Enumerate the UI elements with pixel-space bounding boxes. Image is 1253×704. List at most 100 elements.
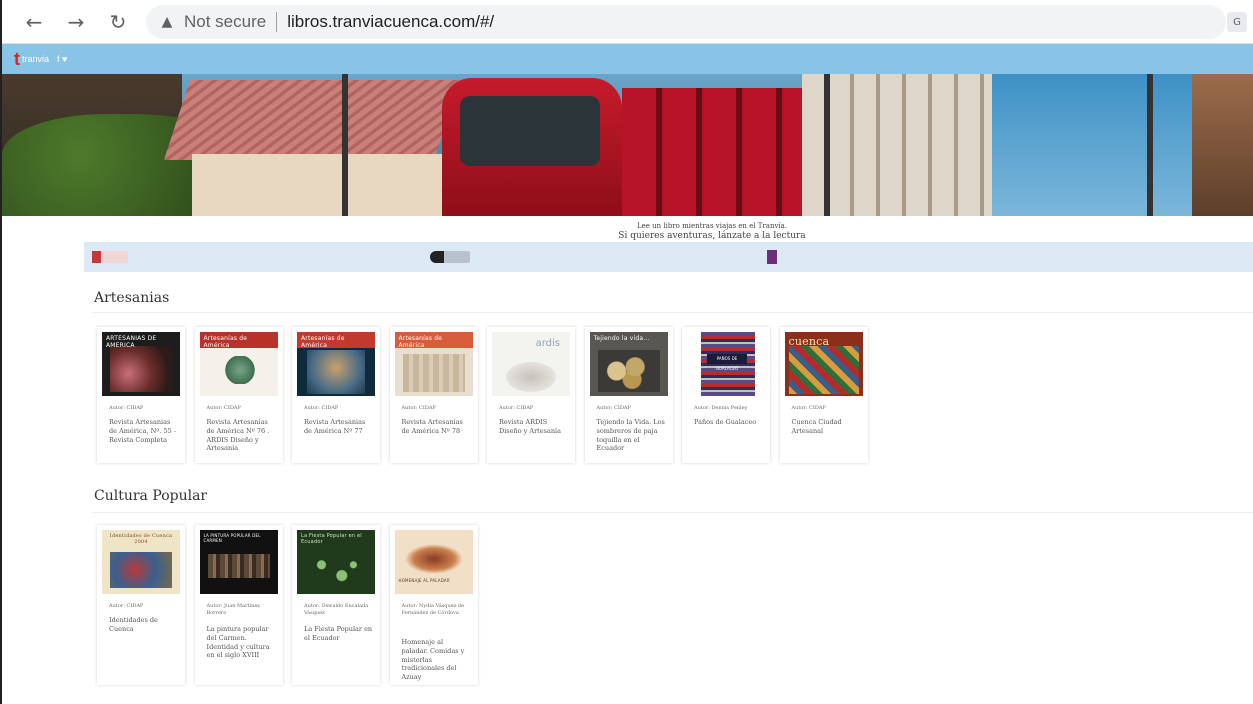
book-author: Autor: Nydia Vásquez de Fernández de Cór… [401,603,465,616]
tagline-line2: Si quieres aventuras, lánzate a la lectu… [618,231,806,241]
book-card[interactable]: HOMENAJE AL PALADAR Autor: Nydia Vásquez… [389,525,478,685]
book-title[interactable]: Identidades de Cuenca [109,616,179,634]
book-author: Autor: Dennis Penley [694,405,748,411]
book-grid: ARTESANIAS DE AMERICA Autor: CIDAP Revis… [97,327,877,463]
hero-right-building [1192,74,1253,216]
address-separator [276,11,278,32]
book-title[interactable]: Tejiendo la Vida. Los sombreros de paja … [597,418,667,453]
book-author: Autor: CIDAP [109,405,144,411]
book-cover[interactable]: ARTESANIAS DE AMERICA [102,332,180,396]
book-card[interactable]: Tejiendo la vida... Autor: CIDAP Tejiend… [584,327,673,463]
cover-title: La Fiesta Popular en el Ecuador [301,533,362,545]
hero-pole [1147,74,1153,216]
section-cultura-popular: Cultura Popular Identidades de Cuenca 20… [92,488,1253,685]
book-title[interactable]: Cuenca Ciudad Artesanal [792,418,862,436]
book-author: Autor: CIDAP [109,603,144,609]
forward-arrow-icon[interactable]: → [62,8,90,36]
sponsor-logo-biblioteca[interactable] [430,251,470,263]
url-text[interactable]: libros.tranviacuenca.com/#/ [287,12,494,32]
sponsor-logo-ucuenca[interactable] [767,250,777,264]
cover-title: cuenca [788,335,830,348]
book-author: Autor: CIDAP [596,405,631,411]
hero-roof [164,80,460,160]
cover-title: PAÑOS DE GUALACEO [707,354,747,371]
hero-house [192,154,442,216]
cover-title: Artesanías de América [203,335,248,349]
book-cover[interactable]: Artesanías de América [394,332,473,396]
social-links[interactable]: f ♥ [57,54,67,64]
book-card[interactable]: LA PINTURA POPULAR DEL CARMEN Autor: Jua… [194,525,283,685]
book-title[interactable]: Revista Artesanias de América Nº 78 [402,418,472,436]
book-cover[interactable]: Tejiendo la vida... [589,332,668,396]
address-bar[interactable]: ▲ Not secure libros.tranviacuenca.com/#/ [146,4,1226,39]
book-card[interactable]: Artesanías de América Autor: CIDAP Revis… [194,327,283,463]
book-title[interactable]: Revista Artesanias de América Nº 76 . AR… [207,418,277,453]
book-cover[interactable]: ardis [492,332,570,396]
book-author: Autor: Juan Martínez Borrero [206,603,260,616]
hero-buildings [802,74,992,216]
hero-banner-image [2,74,1253,216]
hero-pole [342,74,348,216]
book-cover[interactable]: La Fiesta Popular en el Ecuador [297,530,375,594]
book-cover[interactable]: Identidades de Cuenca 2004 [102,530,180,594]
book-title[interactable]: Revista ARDIS Diseño y Artesanía [499,418,569,436]
cover-title: HOMENAJE AL PALADAR [398,578,450,583]
book-title[interactable]: La Fiesta Popular en el Ecuador [304,625,374,643]
hero-pole [824,74,830,216]
book-card[interactable]: ARTESANIAS DE AMERICA Autor: CIDAP Revis… [97,327,185,463]
section-divider [92,512,1253,513]
book-title[interactable]: Revista Artesanias de América, Nº. 55 - … [109,418,179,444]
cover-title: Artesanías de América [398,335,443,349]
book-cover[interactable]: Artesanías de América [199,332,278,396]
tagline: Lee un libro mientras viajas en el Tranv… [552,216,872,241]
book-card[interactable]: cuenca Autor: CIDAP Cuenca Ciudad Artesa… [779,327,868,463]
book-title[interactable]: Paños de Gualaceo [694,418,764,427]
cover-title: Artesanías de América [301,335,345,349]
book-card[interactable]: Artesanías de América Autor: CIDAP Revis… [389,327,478,463]
cover-title: ardis [535,338,560,349]
book-card[interactable]: Artesanías de América Autor: CIDAP Revis… [292,327,380,463]
sponsor-strip [84,242,1253,272]
book-author: Autor: CIDAP [791,405,826,411]
sponsor-logo-cuenca[interactable] [92,251,128,263]
warning-icon[interactable]: ▲ [158,14,176,30]
cover-title: Tejiendo la vida... [593,335,650,342]
hero-tram-body [622,88,802,216]
book-card[interactable]: ardis Autor: CIDAP Revista ARDIS Diseño … [487,327,575,463]
section-artesanias: Artesanias ARTESANIAS DE AMERICA Autor: … [92,290,1253,463]
cover-title: Identidades de Cuenca 2004 [109,533,173,545]
back-arrow-icon[interactable]: ← [20,8,48,36]
site-logo-text[interactable]: tranvia [22,54,49,64]
tranvia-logo-icon[interactable]: t [14,50,20,68]
tagline-line1: Lee un libro mientras viajas en el Tranv… [636,222,788,230]
hero-sky [992,74,1192,216]
book-grid: Identidades de Cuenca 2004 Autor: CIDAP … [97,525,487,685]
section-divider [92,312,1253,313]
book-title[interactable]: Revista Artesanias de América Nº 77 [304,418,374,436]
book-title[interactable]: La pintura popular del Carmen. Identidad… [207,625,277,660]
translate-icon[interactable]: G [1227,12,1247,32]
book-cover[interactable]: cuenca [784,332,863,396]
site-topbar: t tranvia f ♥ [2,44,1253,74]
cover-title: LA PINTURA POPULAR DEL CARMEN [203,533,261,543]
cover-title: ARTESANIAS DE AMERICA [106,335,157,349]
book-cover[interactable]: PAÑOS DE GUALACEO [687,332,765,396]
book-card[interactable]: Identidades de Cuenca 2004 Autor: CIDAP … [97,525,185,685]
book-author: Autor: CIDAP [206,405,241,411]
section-title: Cultura Popular [94,488,208,504]
book-title[interactable]: Homenaje al paladar. Comidas y misterlas… [402,638,472,682]
book-author: Autor: CIDAP [401,405,436,411]
book-cover[interactable]: Artesanías de América [297,332,375,396]
hero-tram-window [460,96,600,166]
book-card[interactable]: La Fiesta Popular en el Ecuador Autor: O… [292,525,380,685]
reload-icon[interactable]: ↻ [104,8,132,36]
security-label[interactable]: Not secure [184,12,266,32]
book-author: Autor: Oswaldo Encalada Vásquez [304,603,369,616]
book-author: Autor: CIDAP [304,405,339,411]
book-author: Autor: CIDAP [499,405,534,411]
browser-toolbar: ← → ↻ ▲ Not secure libros.tranviacuenca.… [2,0,1253,44]
book-cover[interactable]: LA PINTURA POPULAR DEL CARMEN [199,530,278,594]
book-card[interactable]: PAÑOS DE GUALACEO Autor: Dennis Penley P… [682,327,770,463]
section-title: Artesanias [94,290,170,306]
book-cover[interactable]: HOMENAJE AL PALADAR [394,530,473,594]
